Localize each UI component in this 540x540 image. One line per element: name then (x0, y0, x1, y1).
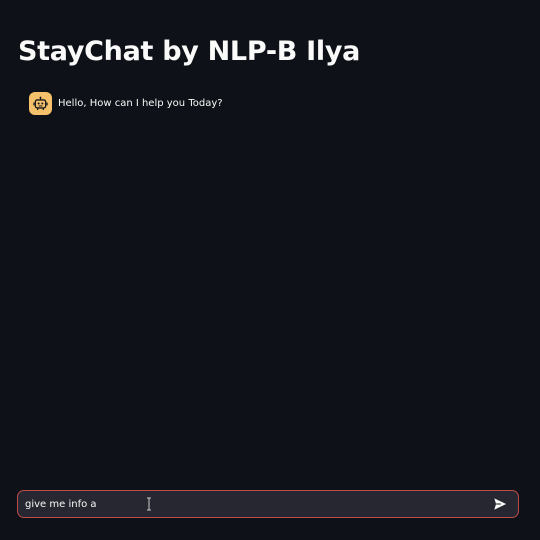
chat-message-assistant: Hello, How can I help you Today? (29, 92, 223, 115)
send-icon (494, 498, 507, 510)
robot-icon (33, 96, 48, 111)
message-text: Hello, How can I help you Today? (58, 98, 223, 109)
chat-app: StayChat by NLP-B Ilya Hello, How can I … (0, 0, 540, 540)
text-cursor-icon (147, 497, 151, 511)
robot-avatar (29, 92, 52, 115)
send-button[interactable] (486, 491, 514, 517)
page-title: StayChat by NLP-B Ilya (18, 36, 361, 67)
chat-input[interactable] (18, 491, 486, 517)
chat-input-container[interactable] (17, 490, 519, 518)
